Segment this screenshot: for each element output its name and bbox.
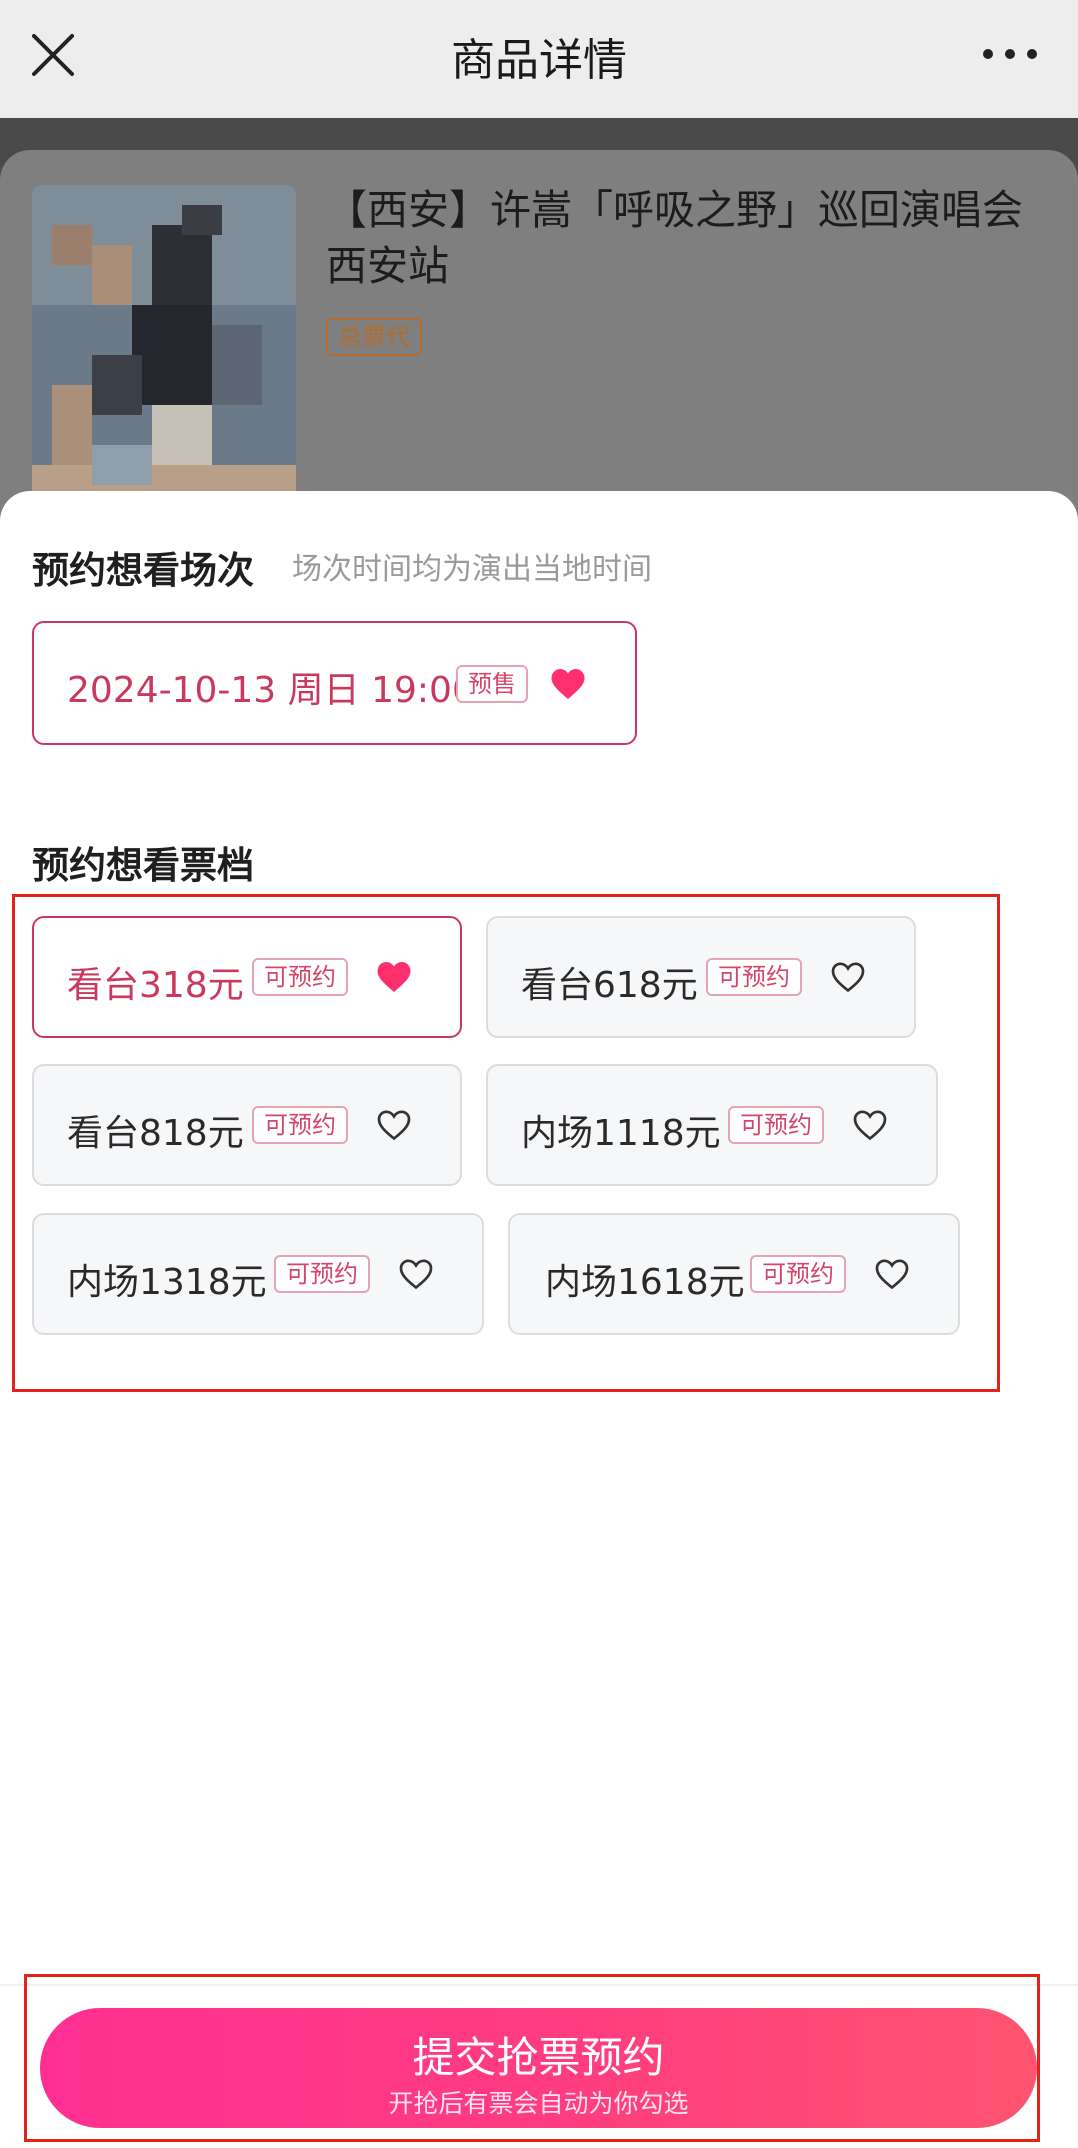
session-option[interactable]: 2024-10-13 周日 19:00 预售 <box>32 621 637 745</box>
footer-divider <box>0 1984 1078 1986</box>
tier-option-1618[interactable]: 内场1618元 可预约 <box>508 1213 960 1335</box>
tier-label: 看台818元 <box>67 1113 244 1154</box>
tier-label: 内场1618元 <box>545 1262 745 1303</box>
page-title: 商品详情 <box>451 35 627 86</box>
heart-outline-icon[interactable] <box>852 1108 888 1142</box>
tier-option-618[interactable]: 看台618元 可预约 <box>486 916 916 1038</box>
tier-label: 看台618元 <box>521 965 698 1006</box>
tier-label: 内场1118元 <box>521 1113 721 1154</box>
tier-option-818[interactable]: 看台818元 可预约 <box>32 1064 462 1186</box>
product-poster <box>32 185 296 525</box>
product-title: 【西安】许嵩「呼吸之野」巡回演唱会 西安站 <box>326 186 1023 290</box>
navigation-bar: 商品详情 <box>0 0 1078 118</box>
heart-outline-icon[interactable] <box>376 1108 412 1142</box>
available-tag: 可预约 <box>252 1106 348 1144</box>
tier-option-1118[interactable]: 内场1118元 可预约 <box>486 1064 938 1186</box>
heart-filled-icon[interactable] <box>376 960 412 994</box>
agent-badge: 总票代 <box>326 318 422 356</box>
tier-label: 内场1318元 <box>67 1262 267 1303</box>
submit-reservation-button[interactable]: 提交抢票预约 开抢后有票会自动为你勾选 <box>40 2008 1037 2128</box>
heart-filled-icon[interactable] <box>550 667 586 701</box>
tier-option-318[interactable]: 看台318元 可预约 <box>32 916 462 1038</box>
available-tag: 可预约 <box>750 1255 846 1293</box>
heart-outline-icon[interactable] <box>398 1257 434 1291</box>
session-section-title: 预约想看场次 <box>32 549 254 592</box>
tier-label: 看台318元 <box>67 965 244 1006</box>
heart-outline-icon[interactable] <box>874 1257 910 1291</box>
tier-section-title: 预约想看票档 <box>32 844 254 887</box>
more-dots-icon[interactable] <box>982 44 1038 64</box>
available-tag: 可预约 <box>274 1255 370 1293</box>
presale-tag: 预售 <box>456 665 528 703</box>
submit-sublabel: 开抢后有票会自动为你勾选 <box>388 2089 689 2118</box>
session-section-subtitle: 场次时间均为演出当地时间 <box>292 552 652 587</box>
heart-outline-icon[interactable] <box>830 960 866 994</box>
submit-label: 提交抢票预约 <box>412 2033 665 2082</box>
available-tag: 可预约 <box>728 1106 824 1144</box>
session-datetime: 2024-10-13 周日 19:00 <box>67 670 475 711</box>
available-tag: 可预约 <box>252 958 348 996</box>
available-tag: 可预约 <box>706 958 802 996</box>
tier-option-1318[interactable]: 内场1318元 可预约 <box>32 1213 484 1335</box>
